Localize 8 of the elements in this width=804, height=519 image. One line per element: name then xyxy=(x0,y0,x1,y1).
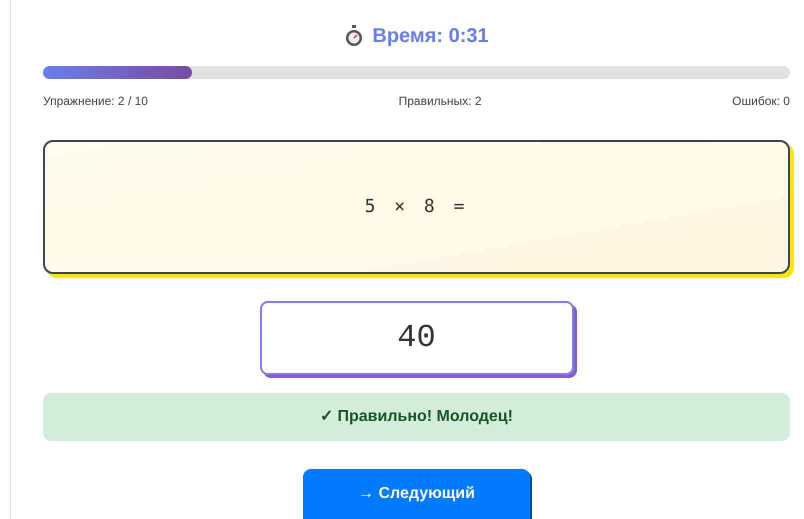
stopwatch-icon xyxy=(344,25,364,47)
stat-text: Упражнение: 2 / 10 xyxy=(43,92,148,110)
next-button[interactable]: → Следующий xyxy=(303,469,530,519)
stat-text: Правильных: 2 xyxy=(398,92,482,110)
stat-text: Ошибок: 0 xyxy=(732,92,790,110)
feedback-message: ✓ Правильно! Молодец! xyxy=(43,392,790,442)
problem-text: 5 × 8 = xyxy=(364,195,468,220)
timer-text: Время: 0:31 xyxy=(372,24,489,49)
